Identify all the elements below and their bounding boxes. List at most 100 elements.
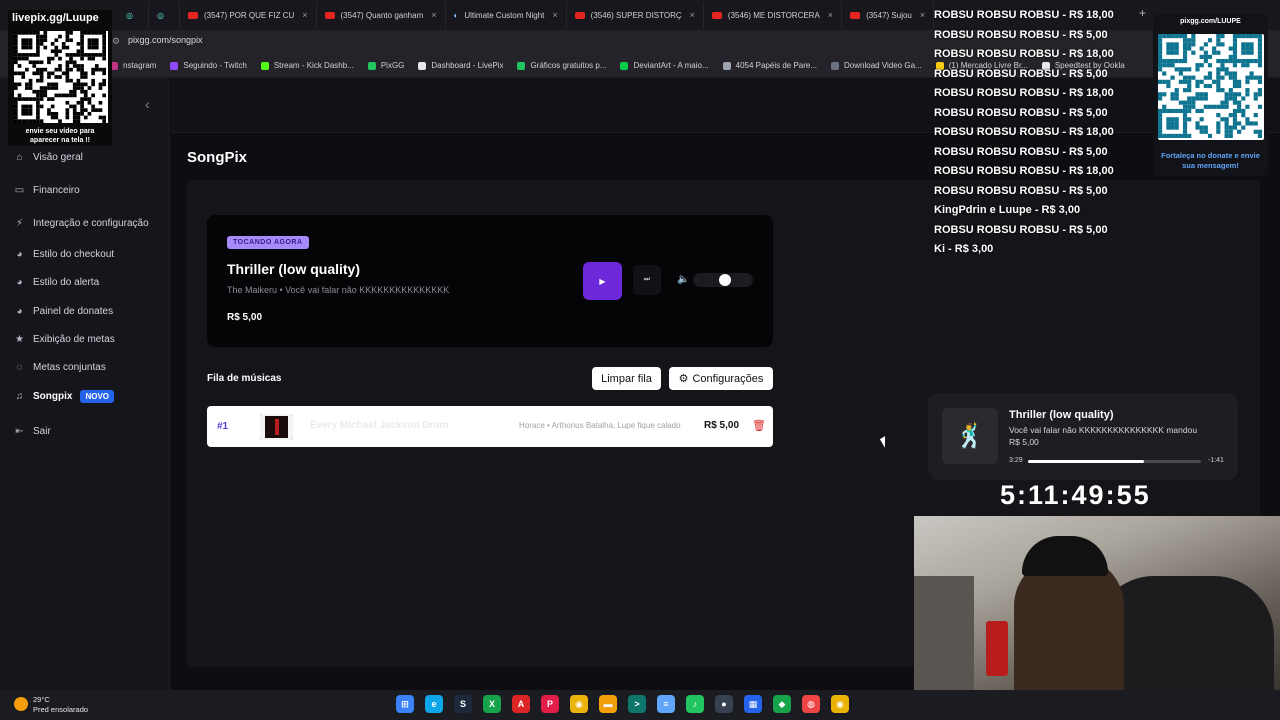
settings-button[interactable]: ⚙ Configurações <box>669 367 773 390</box>
qr-code-icon <box>1158 34 1264 140</box>
browser-tab[interactable]: (3546) SUPER DISTORÇ × <box>567 2 704 28</box>
sidebar-item-painel-de-donates[interactable]: ◕ Painel de donates <box>14 306 113 317</box>
chrome-icon[interactable]: ◉ <box>570 695 588 713</box>
bookmark-label: Download Video Ga... <box>844 61 922 70</box>
browser-tab[interactable]: ◐ Ultimate Custom Night × <box>446 2 567 28</box>
close-tab-icon[interactable]: × <box>828 10 833 20</box>
browser-tab[interactable]: (3547) Sujou × <box>842 2 935 28</box>
sidebar-item-estilo-do-checkout[interactable]: ◕ Estilo do checkout <box>14 249 114 260</box>
youtube-icon <box>188 11 198 19</box>
pinterest-icon[interactable]: P <box>541 695 559 713</box>
sidebar-item-exibi-o-de-metas[interactable]: ★ Exibição de metas <box>14 334 115 345</box>
bookmark-item[interactable]: nstagram <box>110 61 156 70</box>
steam-icon[interactable]: S <box>454 695 472 713</box>
track-subtitle: The Maikeru • Você vai falar não KKKKKKK… <box>227 285 450 295</box>
skip-button[interactable]: ⏭ <box>633 265 661 295</box>
bookmark-item[interactable]: Gráficos gratuitos p... <box>517 61 606 70</box>
sidebar-item-songpix[interactable]: ♫ Songpix NOVO <box>14 390 115 403</box>
bookmark-item[interactable]: 4054 Papéis de Pare... <box>722 61 818 70</box>
donation-feed: ROBSU ROBSU ROBSU - R$ 18,00 ROBSU ROBSU … <box>934 6 1154 260</box>
sidebar-item-label: Integração e configuração <box>33 218 149 229</box>
youtube-icon <box>324 11 335 19</box>
close-tab-icon[interactable]: × <box>920 10 925 20</box>
acrobat-icon[interactable]: A <box>512 695 530 713</box>
cap <box>1022 536 1108 576</box>
browser-tab[interactable]: (3547) POR QUE FIZ CU × <box>180 2 317 28</box>
queue-song-price: R$ 5,00 <box>704 420 740 431</box>
notepad-icon[interactable]: ≡ <box>657 695 675 713</box>
site-info-icon[interactable]: ⚙ <box>112 36 120 47</box>
bookmark-favicon-icon <box>367 61 376 70</box>
browser-tab[interactable]: ◎ <box>149 2 180 28</box>
bookmark-item[interactable]: Seguindo - Twitch <box>170 61 247 70</box>
app2-icon[interactable]: ◆ <box>773 695 791 713</box>
app3-icon[interactable]: ◍ <box>802 695 820 713</box>
donation-entry: ROBSU ROBSU ROBSU - R$ 18,00 <box>934 48 1114 60</box>
close-tab-icon[interactable]: × <box>431 10 436 20</box>
bookmark-item[interactable]: DeviantArt - A maio... <box>620 61 709 70</box>
edge-icon[interactable]: e <box>425 695 443 713</box>
volume-slider-knob[interactable] <box>718 274 731 286</box>
folder-icon[interactable]: ▬ <box>599 695 617 713</box>
terminal-icon[interactable]: > <box>628 695 646 713</box>
weather-sun-icon[interactable] <box>14 697 28 711</box>
play-button[interactable]: ▶ <box>583 262 622 300</box>
donation-entry: ROBSU ROBSU ROBSU - R$ 5,00 <box>934 67 1108 80</box>
sidebar-item-estilo-do-alerta[interactable]: ◕ Estilo do alerta <box>14 277 99 288</box>
collapse-sidebar-icon[interactable]: ‹ <box>145 96 150 112</box>
home-icon: ⌂ <box>16 152 23 163</box>
chrome2-icon[interactable]: ◉ <box>831 695 849 713</box>
bookmark-label: Gráficos gratuitos p... <box>530 61 607 70</box>
windows-start-icon[interactable]: ⊞ <box>396 695 414 713</box>
sidebar-item-integra-o-e-configura-o[interactable]: ⚡ Integração e configuração <box>14 218 149 229</box>
sidebar-item-sair[interactable]: ⇤ Sair <box>14 426 51 437</box>
browser-tab[interactable]: ◎ <box>118 2 149 28</box>
browser-tab[interactable]: (3547) Quanto ganham × <box>317 2 446 28</box>
queue-position: #1 <box>217 421 229 432</box>
overlay-elapsed-time: 3:29 <box>1009 457 1023 464</box>
song-thumbnail <box>260 414 293 440</box>
bookmark-item[interactable]: PixGG <box>367 61 404 70</box>
browser-tab[interactable]: (3546) ME DISTORCERA × <box>704 2 843 28</box>
app-icon[interactable]: ▦ <box>744 695 762 713</box>
now-playing-badge: TOCANDO AGORA <box>227 236 309 249</box>
sidebar-item-financeiro[interactable]: ▭ Financeiro <box>14 185 80 196</box>
sidebar-item-vis-o-geral[interactable]: ⌂ Visão geral <box>14 152 83 163</box>
sidebar-item-label: Visão geral <box>33 152 83 163</box>
close-tab-icon[interactable]: × <box>552 10 557 20</box>
bookmark-item[interactable]: Dashboard - LivePix <box>418 61 503 70</box>
youtube-icon <box>850 11 861 19</box>
obs-icon[interactable]: ● <box>715 695 733 713</box>
clear-queue-button[interactable]: Limpar fila <box>592 367 661 390</box>
bookmark-label: Dashboard - LivePix <box>431 61 504 70</box>
new-badge: NOVO <box>80 390 115 403</box>
overlay-track-title: Thriller (low quality) <box>1009 409 1114 421</box>
weather-temperature: 29°C <box>33 695 50 704</box>
volume-icon: 🔈 <box>677 274 690 285</box>
donation-entry: ROBSU ROBSU ROBSU - R$ 18,00 <box>934 126 1114 138</box>
star-icon: ★ <box>15 334 24 345</box>
close-tab-icon[interactable]: × <box>302 10 307 20</box>
bookmark-favicon-icon <box>831 61 840 70</box>
overlay-price: R$ 5,00 <box>1009 437 1039 447</box>
sidebar-item-metas-conjuntas[interactable]: ◌ Metas conjuntas <box>14 362 106 373</box>
thumbnail-image <box>260 414 293 440</box>
bookmark-item[interactable]: Download Video Ga... <box>831 61 922 70</box>
chat-icon: ◌ <box>16 362 23 373</box>
pixgg-caption: Fortaleça no donate e envie sua mensagem… <box>1161 151 1260 170</box>
xbox-icon[interactable]: X <box>483 695 501 713</box>
bookmark-item[interactable]: Stream - Kick Dashb... <box>260 61 354 70</box>
delete-icon[interactable]: 🗑 <box>752 419 766 432</box>
bookmark-label: 4054 Papéis de Pare... <box>735 61 818 70</box>
donation-entry: Ki - R$ 3,00 <box>934 243 994 255</box>
sidebar-item-label: Sair <box>33 426 51 437</box>
spotify-icon[interactable]: ♪ <box>686 695 704 713</box>
plug-icon: ⚡ <box>15 218 24 229</box>
palette-icon: ◕ <box>16 306 23 317</box>
close-tab-icon[interactable]: × <box>690 10 695 20</box>
browser-tab-label: (3546) SUPER DISTORÇ <box>590 10 682 20</box>
url-text[interactable]: pixgg.com/songpix <box>128 35 203 45</box>
bookmark-label: Seguindo - Twitch <box>183 61 247 70</box>
browser-tab-label: (3547) Quanto ganham <box>340 10 424 20</box>
sidebar-item-label: Metas conjuntas <box>33 362 106 373</box>
